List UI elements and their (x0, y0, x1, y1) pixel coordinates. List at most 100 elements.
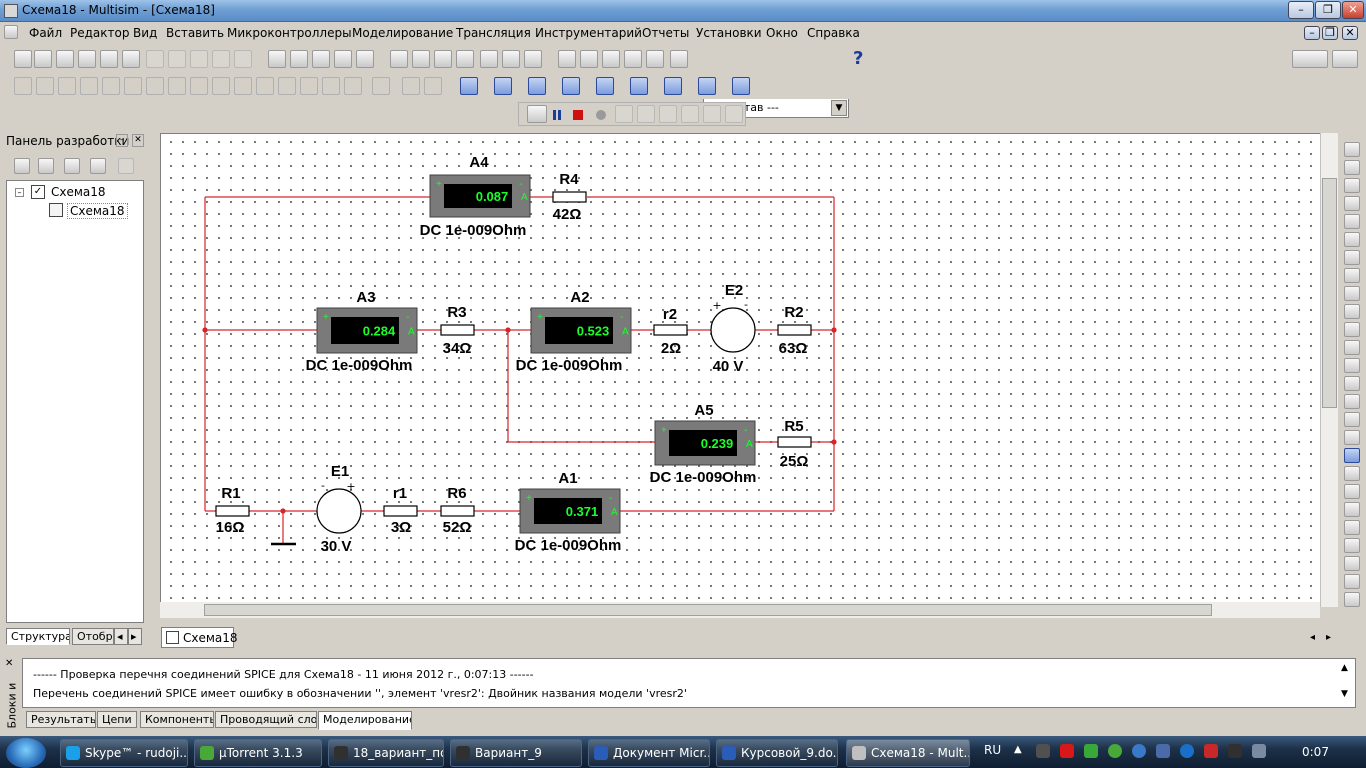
wattmeter-icon[interactable] (528, 77, 546, 95)
schematic-canvas[interactable]: 0.087 + - A A4 DC 1e-009Ohm 0.284 + - A A3 DC 1e-00… (160, 133, 1338, 607)
task-file-2[interactable]: Вариант_9 (450, 739, 582, 767)
stop-icon[interactable] (573, 110, 583, 120)
step-over-icon[interactable] (659, 105, 677, 123)
instrument-button[interactable] (1344, 304, 1360, 319)
analog-icon[interactable] (102, 77, 120, 95)
instrument-button[interactable] (1344, 412, 1360, 427)
zoom-out-icon[interactable] (312, 50, 330, 68)
task-skype[interactable]: Skype™ - rudoji... (60, 739, 188, 767)
task-file-1[interactable]: 18_вариант_по... (328, 739, 444, 767)
menu-reports[interactable]: Отчеты (642, 26, 689, 40)
zoom-fit-icon[interactable] (356, 50, 374, 68)
task-word-1[interactable]: Документ Micr... (588, 739, 710, 767)
redo-icon[interactable] (234, 50, 252, 68)
tree-root-label[interactable]: Схема18 (51, 185, 106, 199)
open-sample-icon[interactable] (56, 50, 74, 68)
doc-close-button[interactable]: ✕ (1342, 26, 1358, 40)
copy-icon[interactable] (168, 50, 186, 68)
collapse-toggle-icon[interactable]: – (15, 188, 24, 197)
mixed-icon[interactable] (190, 77, 208, 95)
remove-breakpoint-icon[interactable] (725, 105, 743, 123)
instrument-button[interactable] (1344, 520, 1360, 535)
horizontal-scrollbar[interactable] (160, 602, 1320, 618)
tab-visibility[interactable]: Отобр (72, 628, 114, 645)
step-into-icon[interactable] (637, 105, 655, 123)
pause-bar-icon[interactable] (553, 110, 556, 120)
tray-app-icon[interactable] (1228, 744, 1242, 758)
instrument-button[interactable] (1344, 286, 1360, 301)
instrument-button[interactable] (1344, 358, 1360, 373)
step-icon[interactable] (615, 105, 633, 123)
instrument-button[interactable] (1344, 340, 1360, 355)
spectrum-analyzer-icon[interactable] (698, 77, 716, 95)
tab-scroll-left-icon[interactable]: ◂ (114, 628, 128, 645)
misc-digital-icon[interactable] (168, 77, 186, 95)
instrument-button[interactable] (1344, 178, 1360, 193)
task-multisim[interactable]: Схема18 - Mult... (846, 739, 970, 767)
save-icon[interactable] (78, 50, 96, 68)
tray-app-icon[interactable] (1180, 744, 1194, 758)
panel-close-button[interactable]: ✕ (132, 134, 144, 147)
start-button[interactable] (6, 738, 46, 768)
cut-icon[interactable] (146, 50, 164, 68)
description-box-icon[interactable] (1292, 50, 1328, 68)
instrument-button[interactable] (1344, 214, 1360, 229)
instrument-button[interactable] (1344, 502, 1360, 517)
ttl-icon[interactable] (124, 77, 142, 95)
misc-icon[interactable] (256, 77, 274, 95)
tray-expand-icon[interactable]: ▲ (1014, 744, 1022, 755)
bom-icon[interactable] (558, 50, 576, 68)
checkbox-icon[interactable]: ✓ (31, 185, 45, 199)
sheet-scroll-left-icon[interactable]: ◂ (1310, 632, 1324, 646)
new-design-icon[interactable] (14, 158, 30, 174)
transistor-icon[interactable] (80, 77, 98, 95)
delete-design-icon[interactable] (118, 158, 134, 174)
multimeter-icon[interactable] (460, 77, 478, 95)
help-button[interactable]: ? (853, 48, 863, 69)
utorrent-tray-icon[interactable] (1108, 744, 1122, 758)
close-design-icon[interactable] (90, 158, 106, 174)
cmos-icon[interactable] (146, 77, 164, 95)
menu-mcu[interactable]: Микроконтроллеры (227, 26, 352, 40)
paste-icon[interactable] (190, 50, 208, 68)
instrument-button[interactable] (1344, 232, 1360, 247)
tree-child-label[interactable]: Схема18 (67, 203, 128, 219)
menu-transfer[interactable]: Трансляция (456, 26, 531, 40)
output-scroll-up-icon[interactable]: ▲ (1341, 663, 1348, 673)
instrument-button[interactable] (1344, 196, 1360, 211)
instrument-button[interactable] (1344, 268, 1360, 283)
tab-simulation[interactable]: Моделирование (318, 711, 412, 730)
clock[interactable]: 0:07 (1302, 745, 1329, 759)
volume-icon[interactable] (1252, 744, 1266, 758)
task-utorrent[interactable]: µTorrent 3.1.3 (194, 739, 322, 767)
instrument-button[interactable] (1344, 556, 1360, 571)
menu-view[interactable]: Вид (133, 26, 157, 40)
oscilloscope-icon[interactable] (562, 77, 580, 95)
probe-icon[interactable] (732, 77, 750, 95)
tab-scroll-right-icon[interactable]: ▸ (128, 628, 142, 645)
instrument-button[interactable] (1344, 160, 1360, 175)
chevron-down-icon[interactable]: ▼ (831, 100, 847, 116)
output-close-icon[interactable]: ✕ (5, 658, 13, 669)
rf-icon[interactable] (300, 77, 318, 95)
transfer-icon[interactable] (670, 50, 688, 68)
instrument-button[interactable] (1344, 592, 1360, 607)
instrument-button[interactable] (1344, 448, 1360, 463)
instrument-button[interactable] (1344, 250, 1360, 265)
indicator-icon[interactable] (212, 77, 230, 95)
tab-components[interactable]: Компоненты (140, 711, 214, 728)
pause-simulation-icon[interactable] (1332, 50, 1358, 68)
search-icon[interactable] (390, 50, 408, 68)
tab-results[interactable]: Результаты (26, 711, 96, 728)
tray-app-icon[interactable] (1036, 744, 1050, 758)
wire-icon[interactable] (424, 77, 442, 95)
mcu-icon[interactable] (344, 77, 362, 95)
bus-icon[interactable] (402, 77, 420, 95)
instrument-button[interactable] (1344, 466, 1360, 481)
grapher-icon[interactable] (524, 50, 542, 68)
tab-nets[interactable]: Цепи (97, 711, 137, 728)
area-icon[interactable] (602, 50, 620, 68)
menu-help[interactable]: Справка (807, 26, 860, 40)
backannotate-icon[interactable] (624, 50, 642, 68)
menu-options[interactable]: Установки (696, 26, 762, 40)
